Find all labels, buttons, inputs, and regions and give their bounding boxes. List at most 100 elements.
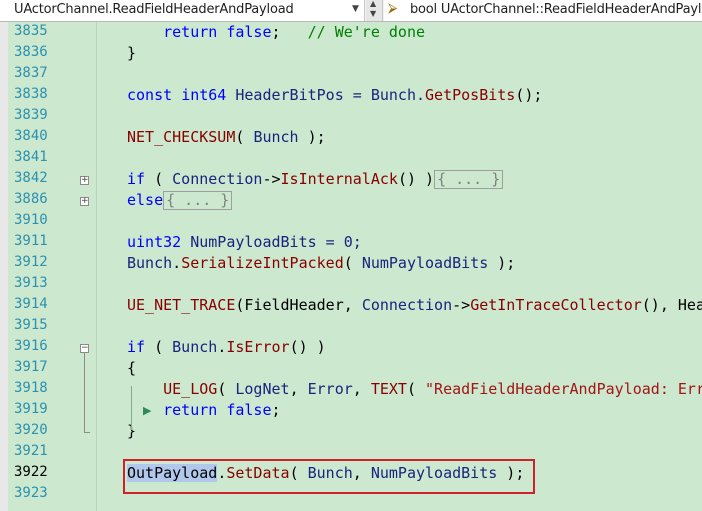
code-line[interactable]: 3915	[0, 316, 702, 337]
code-line[interactable]: 3919 return false;	[0, 400, 702, 421]
code-line[interactable]: 3911 uint32 NumPayloadBits = 0;	[0, 232, 702, 253]
code-line[interactable]: 3912 Bunch.SerializeIntPacked( NumPayload…	[0, 253, 702, 274]
code-text[interactable]: const int64 HeaderBitPos = Bunch.GetPosB…	[127, 86, 542, 104]
code-text[interactable]: return false; // We're done	[127, 23, 425, 41]
code-token: {	[127, 359, 137, 377]
code-line[interactable]: 3886 else{ ... }	[0, 190, 702, 211]
code-token: Connection	[172, 170, 263, 188]
code-token: SerializeIntPacked	[181, 254, 344, 272]
code-line[interactable]: 3835 return false; // We're done	[0, 22, 702, 43]
code-token: ;	[271, 23, 308, 41]
code-text[interactable]: UE_LOG( LogNet, Error, TEXT( "ReadFieldH…	[127, 380, 702, 398]
line-number: 3921	[14, 443, 48, 459]
collapse-icon[interactable]: −	[80, 344, 89, 353]
code-token: Bunch	[253, 128, 299, 146]
expand-icon[interactable]: +	[80, 197, 89, 206]
line-number: 3914	[14, 296, 48, 312]
code-token: NET_CHECKSUM	[127, 128, 236, 146]
highlight-annotation-box	[123, 459, 535, 494]
line-number: 3838	[14, 86, 48, 102]
code-token: false	[226, 23, 272, 41]
code-token: const	[127, 86, 173, 104]
code-line[interactable]: 3841	[0, 148, 702, 169]
code-token: (	[145, 338, 173, 356]
line-number: 3918	[14, 380, 48, 396]
code-text[interactable]: uint32 NumPayloadBits = 0;	[127, 233, 362, 251]
code-token: () )	[289, 338, 326, 356]
code-token: GetInTraceCollector	[470, 296, 642, 314]
code-token: UE_NET_TRACE	[127, 296, 236, 314]
code-text[interactable]: UE_NET_TRACE(FieldHeader, Connection->Ge…	[127, 296, 702, 314]
collapsed-region[interactable]: { ... }	[434, 170, 504, 189]
code-text[interactable]: }	[127, 44, 136, 62]
line-number: 3922	[14, 464, 48, 480]
code-token: NumPayloadBits = 0;	[181, 233, 362, 251]
code-text[interactable]: {	[127, 359, 136, 377]
fold-bracket	[84, 353, 85, 432]
fold-bracket-end	[84, 432, 90, 433]
member-icon: ⮚	[388, 1, 398, 16]
code-token: (	[145, 170, 173, 188]
code-line[interactable]: 3918 UE_LOG( LogNet, Error, TEXT( "ReadF…	[0, 379, 702, 400]
code-line[interactable]: 3839	[0, 106, 702, 127]
code-token: .	[172, 254, 182, 272]
code-line[interactable]: 3836}	[0, 43, 702, 64]
code-line[interactable]: 3913	[0, 274, 702, 295]
code-token: ,	[289, 380, 308, 398]
code-token: }	[127, 44, 137, 62]
code-token: (), Hea	[641, 296, 702, 314]
line-number: 3835	[14, 23, 48, 39]
code-token: // We're done	[307, 23, 426, 41]
line-number: 3841	[14, 149, 48, 165]
scroll-down-icon[interactable]: ▼	[370, 9, 376, 18]
code-line[interactable]: 3910	[0, 211, 702, 232]
code-token: Error	[307, 380, 353, 398]
code-token: false	[226, 401, 272, 419]
code-line[interactable]: 3917 {	[0, 358, 702, 379]
code-editor[interactable]: 3835 return false; // We're done 3836} 383…	[0, 22, 702, 511]
code-line[interactable]: 3840 NET_CHECKSUM( Bunch );	[0, 127, 702, 148]
code-text[interactable]: NET_CHECKSUM( Bunch );	[127, 128, 326, 146]
code-line[interactable]: 3914 UE_NET_TRACE(FieldHeader, Connection…	[0, 295, 702, 316]
code-token: (FieldHeader,	[235, 296, 362, 314]
line-number: 3886	[14, 191, 48, 207]
code-text[interactable]: if ( Bunch.IsError() )	[127, 338, 326, 356]
code-line[interactable]: 3837	[0, 64, 702, 85]
scroll-up-icon[interactable]: ▲	[370, 0, 376, 8]
code-token: HeaderBitPos = Bunch.	[226, 86, 426, 104]
code-token: ;	[271, 401, 281, 419]
code-token: .	[217, 338, 227, 356]
code-token: Bunch	[127, 254, 173, 272]
collapsed-region[interactable]: { ... }	[163, 191, 233, 210]
scope-dropdown[interactable]: UActorChannel.ReadFieldHeaderAndPayload …	[0, 0, 365, 21]
expand-icon[interactable]: +	[80, 176, 89, 185]
code-token: LogNet	[235, 380, 290, 398]
code-token: int64	[181, 86, 227, 104]
chevron-down-icon[interactable]: ▼	[352, 4, 359, 14]
line-number: 3837	[14, 65, 48, 81]
code-token: UE_LOG	[163, 380, 218, 398]
code-token: (	[406, 380, 426, 398]
member-dropdown[interactable]: ⮚ bool UActorChannel::ReadFieldHeaderAnd…	[384, 0, 702, 21]
run-to-cursor-icon[interactable]: ▶	[143, 404, 151, 417]
code-token: if	[127, 170, 146, 188]
code-line[interactable]: 3838 const int64 HeaderBitPos = Bunch.Get…	[0, 85, 702, 106]
code-text[interactable]: if ( Connection->IsInternalAck() ){ ... …	[127, 170, 504, 189]
code-text[interactable]: else{ ... }	[127, 191, 233, 210]
line-number: 3840	[14, 128, 48, 144]
line-number: 3923	[14, 485, 48, 501]
code-token: uint32	[127, 233, 182, 251]
split-window-control[interactable]: ▲ ▼	[366, 0, 383, 21]
code-token: TEXT	[370, 380, 407, 398]
code-text[interactable]: Bunch.SerializeIntPacked( NumPayloadBits…	[127, 254, 515, 272]
code-line[interactable]: 3842 if ( Connection->IsInternalAck() ){ …	[0, 169, 702, 190]
code-line[interactable]: 3916 if ( Bunch.IsError() )	[0, 337, 702, 358]
line-number: 3842	[14, 170, 48, 186]
line-number: 3913	[14, 275, 48, 291]
line-number: 3912	[14, 254, 48, 270]
code-line[interactable]: 3920}	[0, 421, 702, 442]
line-number: 3839	[14, 107, 48, 123]
